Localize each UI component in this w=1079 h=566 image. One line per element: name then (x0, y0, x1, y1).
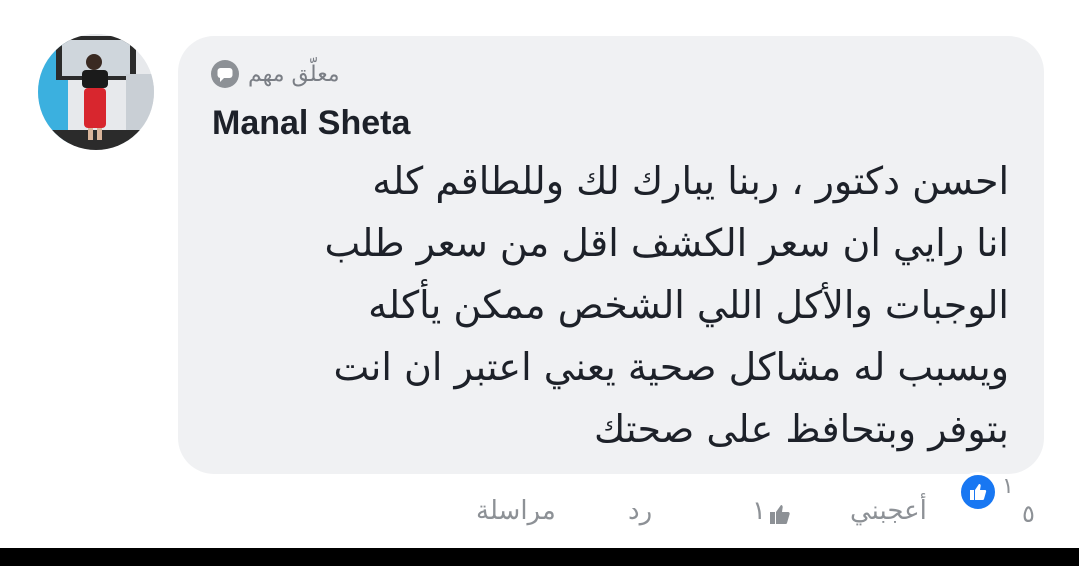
page-number: ٥ (1022, 500, 1035, 528)
badge-label: معلّق مهم (248, 61, 340, 87)
comment-text: احسن دكتور ، ربنا يبارك لك وللطاقم كله ا… (229, 150, 1009, 460)
avatar[interactable] (38, 34, 154, 150)
thumbs-up-icon[interactable] (768, 502, 792, 533)
chat-bubble-icon (211, 60, 239, 88)
comment-line: ويسبب له مشاكل صحية يعني اعتبر ان انت (333, 345, 1009, 389)
comment-author[interactable]: Manal Sheta (212, 104, 410, 143)
comment-line: احسن دكتور ، ربنا يبارك لك وللطاقم كله (372, 159, 1009, 203)
avatar-photo (38, 34, 154, 150)
bottom-bar (0, 548, 1079, 566)
like-count[interactable]: ١ (752, 496, 766, 526)
comment-line: الوجبات والأكل اللي الشخص ممكن يأكله (368, 283, 1009, 327)
message-button[interactable]: مراسلة (476, 496, 556, 526)
reaction-thumb-icon (970, 484, 987, 500)
top-commenter-badge: معلّق مهم (210, 58, 340, 90)
thumbs-up-glyph (770, 505, 790, 524)
reactions-count: ١ (1002, 474, 1014, 499)
like-button[interactable]: أعجبني (850, 496, 927, 526)
comment-line: بتوفر وبتحافظ على صحتك (594, 407, 1009, 451)
comment-line: انا رايي ان سعر الكشف اقل من سعر طلب (324, 221, 1009, 265)
like-reaction-icon[interactable] (958, 472, 998, 512)
reply-button[interactable]: رد (628, 496, 652, 526)
